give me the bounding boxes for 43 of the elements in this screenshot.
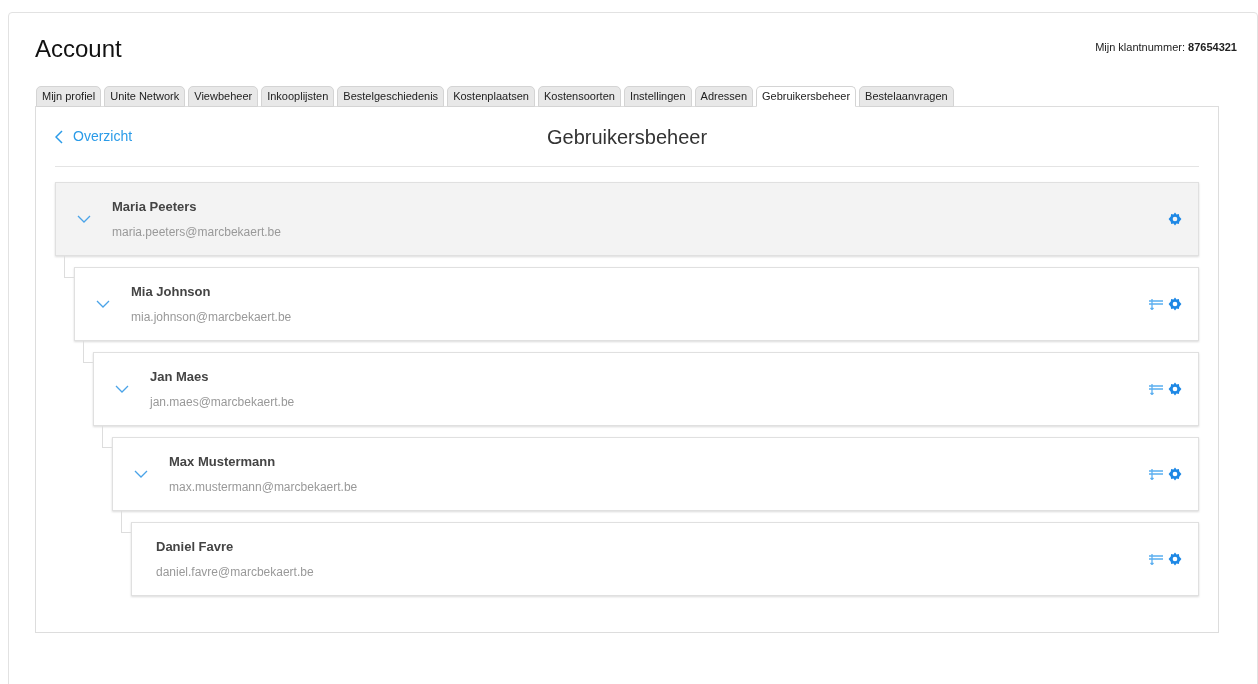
chevron-down-icon[interactable] [96,300,110,308]
user-name: Mia Johnson [131,283,212,302]
user-name: Jan Maes [150,368,210,387]
user-name: Maria Peeters [112,198,198,217]
tab[interactable]: Adressen [694,86,754,107]
settings-icon[interactable] [1168,382,1182,396]
tab[interactable]: Instellingen [623,86,692,107]
chevron-left-icon[interactable] [55,129,63,144]
tab[interactable]: Bestelaanvragen [859,86,954,107]
user-email: daniel.favre@marcbekaert.be [156,563,315,581]
user-email: max.mustermann@marcbekaert.be [169,478,359,496]
tab[interactable]: Kostenplaatsen [447,86,535,107]
section-heading: Gebruikersbeheer [546,124,708,150]
hierarchy-icon[interactable] [1148,468,1164,480]
tab[interactable]: Unite Network [104,86,186,107]
tab[interactable]: Viewbeheer [188,86,259,107]
customer-number: Mijn klantnummer: 87654321 [1095,40,1237,55]
user-name: Daniel Favre [156,538,235,557]
hierarchy-icon[interactable] [1148,298,1164,310]
settings-icon[interactable] [1168,467,1182,481]
settings-icon[interactable] [1168,212,1182,226]
user-email: maria.peeters@marcbekaert.be [112,223,282,241]
tab[interactable]: Kostensoorten [537,86,621,107]
user-name: Max Mustermann [169,453,277,472]
chevron-down-icon[interactable] [134,470,148,478]
user-row[interactable]: Maria Peeters maria.peeters@marcbekaert.be [55,182,1199,256]
tab[interactable]: Bestelgeschiedenis [337,86,445,107]
user-row[interactable]: Jan Maes jan.maes@marcbekaert.be [93,352,1199,426]
user-row[interactable]: Daniel Favre daniel.favre@marcbekaert.be [131,522,1199,596]
settings-icon[interactable] [1168,297,1182,311]
user-row[interactable]: Max Mustermann max.mustermann@marcbekaert.be [112,437,1199,511]
user-row[interactable]: Mia Johnson mia.johnson@marcbekaert.be [74,267,1199,341]
tab[interactable]: Gebruikersbeheer [756,86,857,107]
tab[interactable]: Mijn profiel [36,86,102,107]
user-email: mia.johnson@marcbekaert.be [131,308,293,326]
hierarchy-icon[interactable] [1148,553,1164,565]
hierarchy-icon[interactable] [1148,383,1164,395]
user-email: jan.maes@marcbekaert.be [150,393,296,411]
chevron-down-icon[interactable] [115,385,129,393]
settings-icon[interactable] [1168,552,1182,566]
chevron-down-icon[interactable] [77,215,91,223]
tab[interactable]: Inkooplijsten [261,86,335,107]
page-title: Account [35,34,122,64]
